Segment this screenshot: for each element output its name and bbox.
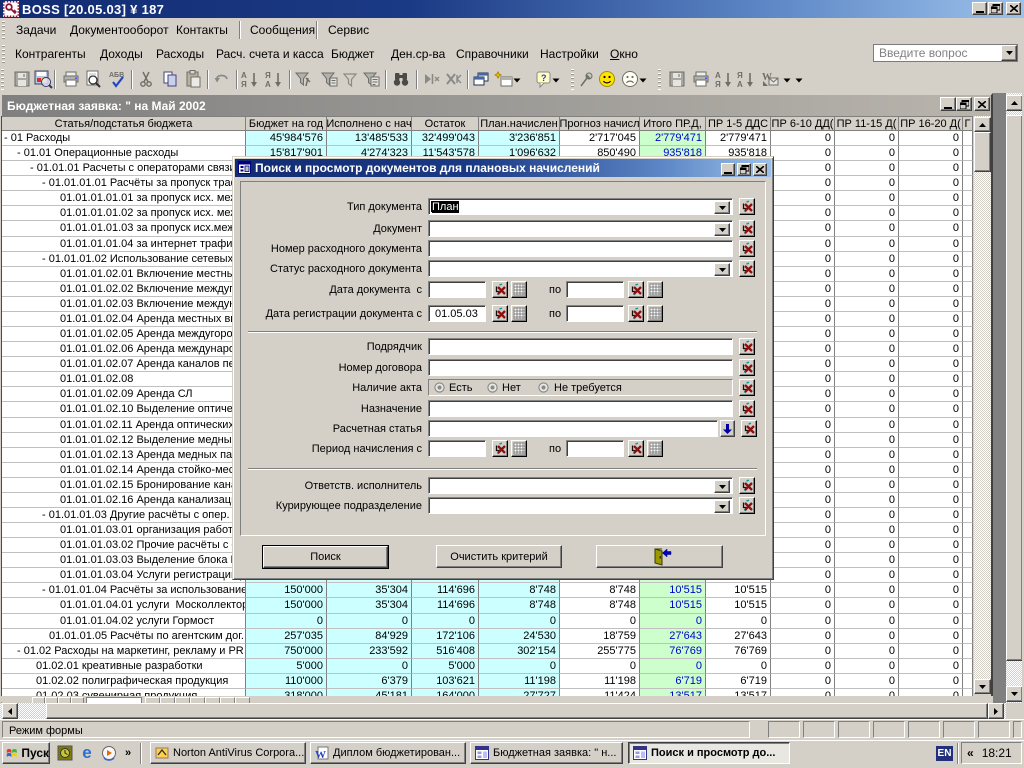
svg-text:Я: Я [265,71,271,80]
svg-text:Я: Я [715,80,721,89]
svg-text:А: А [241,71,247,80]
svg-text:Я: Я [737,71,743,80]
svg-text:А: А [265,80,271,89]
svg-text:W: W [315,749,326,760]
svg-text:?: ? [541,73,547,83]
svg-text:А: А [715,71,721,80]
svg-text:Я: Я [241,80,247,89]
svg-text:А: А [737,80,743,89]
